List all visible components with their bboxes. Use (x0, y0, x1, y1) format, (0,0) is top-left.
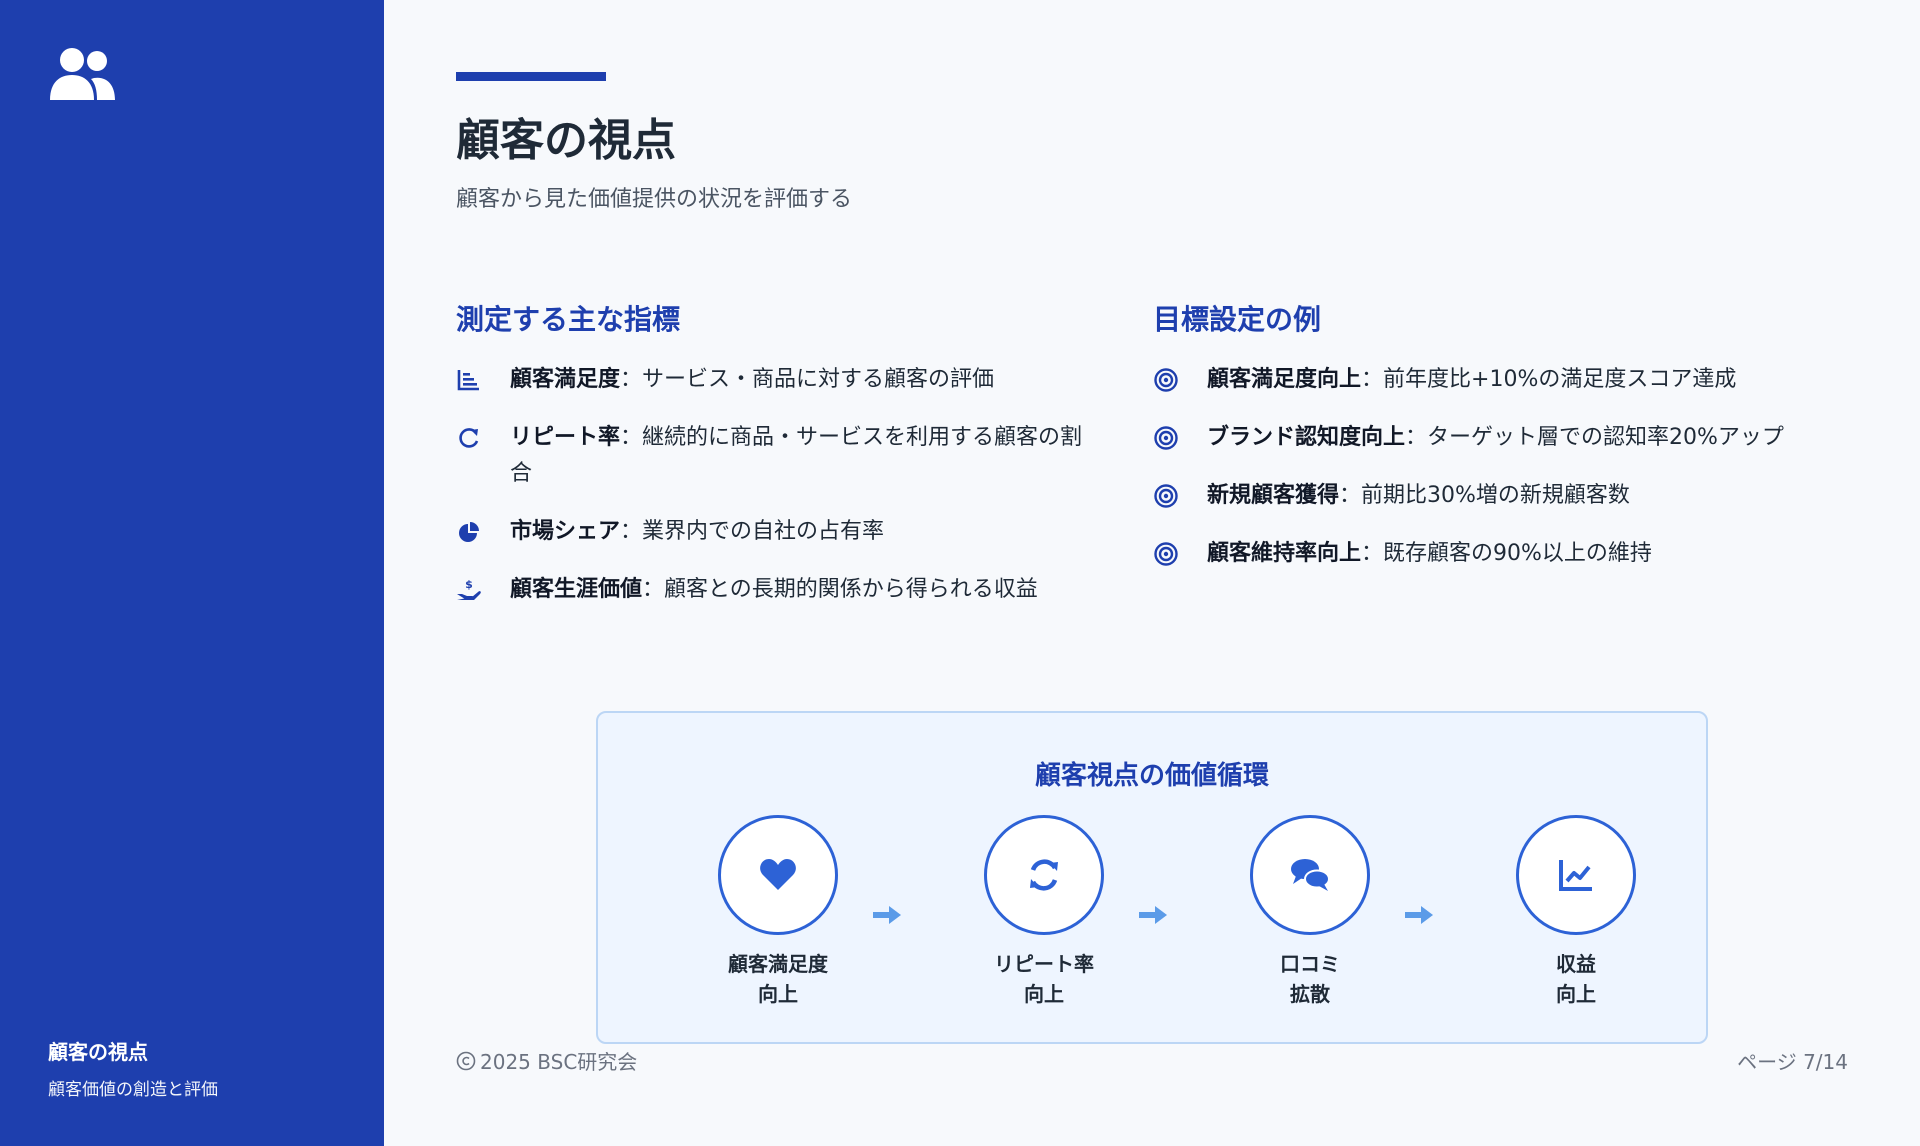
title-accent-bar (456, 72, 606, 81)
cycle-step: リピート率 向上 (964, 815, 1124, 1009)
goal-item: 顧客満足度向上：前年度比+10%の満足度スコア達成 (1153, 362, 1873, 398)
cycle-step: 収益 向上 (1496, 815, 1656, 1009)
sidebar-footer-title: 顧客の視点 (48, 1040, 148, 1064)
cycle-step-label: 向上 (758, 982, 798, 1006)
cycle-step-circle (984, 815, 1104, 935)
goal-item: 新規顧客獲得：前期比30%増の新規顧客数 (1153, 478, 1873, 514)
indicator-term: 顧客満足度 (510, 367, 621, 392)
cycle-step-circle (718, 815, 838, 935)
goal-separator: ： (1405, 425, 1428, 450)
goal-separator: ： (1339, 483, 1362, 508)
goal-item: ブランド認知度向上：ターゲット層での認知率20%アップ (1153, 420, 1873, 456)
cycle-step-label: 向上 (1556, 982, 1596, 1006)
pie-chart-icon (456, 514, 510, 550)
hand-dollar-icon: $ (456, 572, 510, 608)
page-subtitle: 顧客から見た価値提供の状況を評価する (456, 187, 853, 212)
indicator-desc: 業界内での自社の占有率 (642, 519, 885, 544)
comments-icon (1291, 859, 1330, 891)
goal-desc: 前年度比+10%の満足度スコア達成 (1383, 367, 1737, 392)
goal-term: ブランド認知度向上 (1207, 425, 1406, 450)
indicator-desc: 顧客との長期的関係から得られる収益 (664, 577, 1038, 602)
copyright: 2025 BSC研究会 (456, 1046, 637, 1075)
goal-separator: ： (1361, 541, 1384, 566)
indicator-separator: ： (620, 519, 643, 544)
goal-desc: 既存顧客の90%以上の維持 (1383, 541, 1652, 566)
target-icon (1153, 420, 1207, 456)
heart-icon (760, 859, 796, 890)
goal-term: 顧客維持率向上 (1207, 541, 1362, 566)
goals-section: 目標設定の例 顧客満足度向上：前年度比+10%の満足度スコア達成 ブランド認知度… (1153, 298, 1873, 594)
indicator-term: リピート率 (510, 425, 621, 450)
indicators-heading: 測定する主な指標 (456, 303, 681, 336)
indicator-separator: ： (642, 577, 665, 602)
goals-heading: 目標設定の例 (1153, 303, 1322, 336)
value-cycle-panel: 顧客視点の価値循環 顧客満足度 向上 リピート率 向上 口コミ 拡散 収益 向上 (596, 711, 1708, 1044)
page-number: ページ 7/14 (1737, 1050, 1848, 1074)
chart-line-icon (1559, 860, 1592, 891)
goal-desc: ターゲット層での認知率20%アップ (1427, 425, 1784, 450)
target-icon (1153, 536, 1207, 572)
sync-icon (1030, 859, 1058, 891)
cycle-step-label: 向上 (1024, 982, 1064, 1006)
goal-separator: ： (1361, 367, 1384, 392)
bar-chart-icon (456, 362, 510, 398)
indicator-item: 市場シェア：業界内での自社の占有率 (456, 514, 1096, 550)
indicator-desc: サービス・商品に対する顧客の評価 (642, 367, 995, 392)
arrow-right-icon (873, 906, 901, 924)
value-cycle-title: 顧客視点の価値循環 (1034, 761, 1269, 791)
indicator-item: 顧客満足度：サービス・商品に対する顧客の評価 (456, 362, 1096, 398)
indicator-term: 顧客生涯価値 (510, 577, 643, 602)
target-icon (1153, 478, 1207, 514)
cycle-step-label: 拡散 (1290, 982, 1330, 1006)
cycle-step-circle (1516, 815, 1636, 935)
cycle-step-label: 顧客満足度 (728, 952, 828, 976)
svg-text:$: $ (465, 578, 473, 591)
indicators-section: 測定する主な指標 顧客満足度：サービス・商品に対する顧客の評価 リピート率：継続… (456, 298, 1096, 630)
main-content: 顧客の視点 顧客から見た価値提供の状況を評価する 測定する主な指標 顧客満足度：… (384, 0, 1920, 1146)
cycle-step-circle (1250, 815, 1370, 935)
page-title: 顧客の視点 (456, 115, 676, 166)
cycle-step-label: リピート率 (994, 952, 1094, 976)
goal-term: 新規顧客獲得 (1207, 483, 1340, 508)
cycle-step: 口コミ 拡散 (1230, 815, 1390, 1009)
target-icon (1153, 362, 1207, 398)
users-icon (50, 48, 115, 100)
sidebar: 顧客の視点 顧客価値の創造と評価 (0, 0, 384, 1146)
arrow-right-icon (1405, 906, 1433, 924)
indicator-item: リピート率：継続的に商品・サービスを利用する顧客の割合 (456, 420, 1096, 492)
indicator-term: 市場シェア (510, 519, 621, 544)
sidebar-footer-subtitle: 顧客価値の創造と評価 (48, 1080, 218, 1100)
arrow-right-icon (1139, 906, 1167, 924)
indicator-separator: ： (620, 425, 643, 450)
goal-desc: 前期比30%増の新規顧客数 (1361, 483, 1630, 508)
cycle-step-label: 口コミ (1280, 952, 1340, 976)
redo-icon (456, 420, 510, 456)
indicator-item: $ 顧客生涯価値：顧客との長期的関係から得られる収益 (456, 572, 1096, 608)
indicator-separator: ： (620, 367, 643, 392)
goal-term: 顧客満足度向上 (1207, 367, 1362, 392)
copyright-icon (456, 1051, 476, 1070)
copyright-text: 2025 BSC研究会 (480, 1050, 638, 1074)
cycle-step: 顧客満足度 向上 (698, 815, 858, 1009)
cycle-step-label: 収益 (1556, 952, 1596, 976)
goal-item: 顧客維持率向上：既存顧客の90%以上の維持 (1153, 536, 1873, 572)
